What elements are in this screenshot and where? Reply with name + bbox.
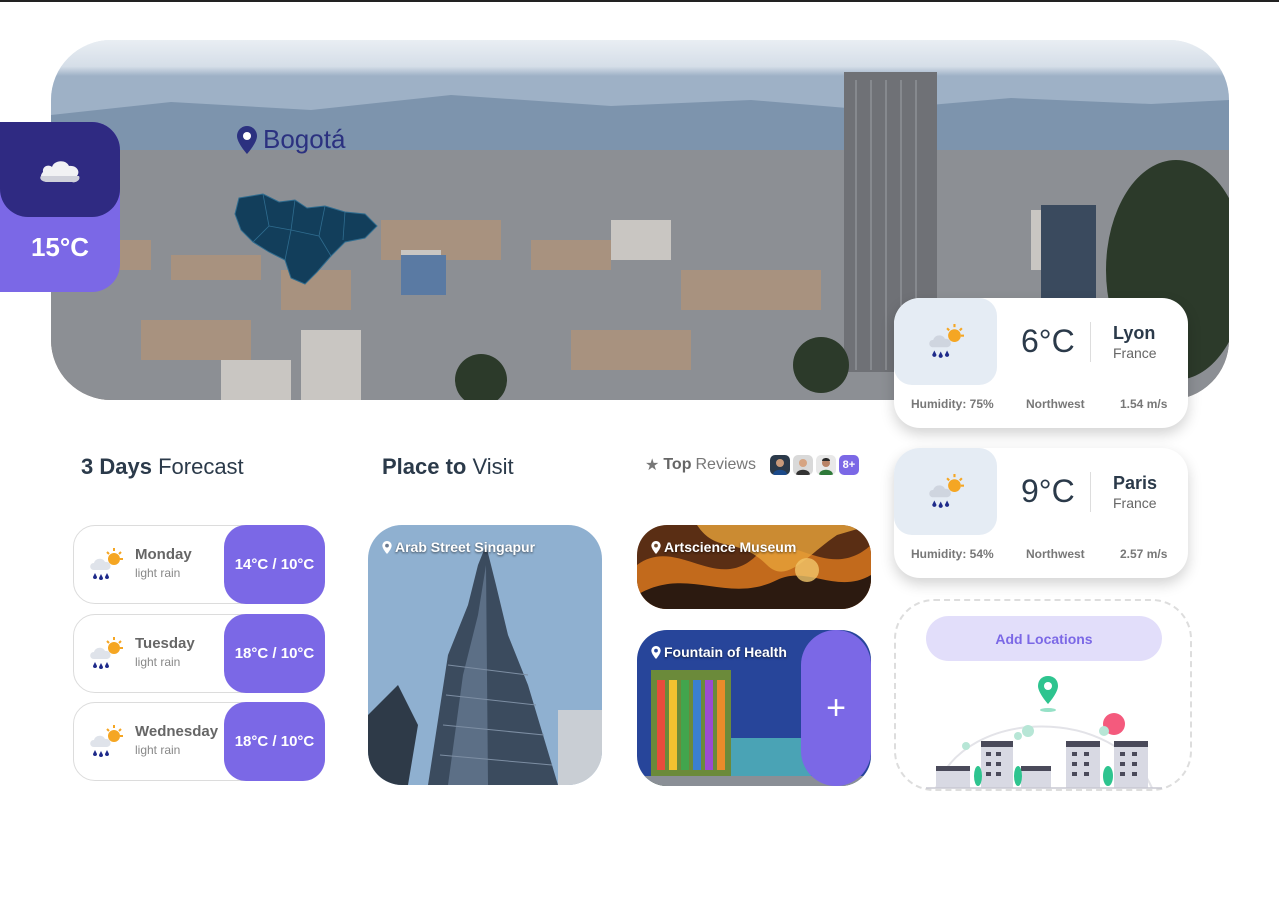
place-name: Fountain of Health	[664, 644, 787, 660]
place-name: Arab Street Singapur	[395, 539, 536, 555]
rain-sun-icon	[928, 323, 964, 358]
rain-sun-icon	[928, 473, 964, 508]
forecast-temp-range: 18°C / 10°C	[224, 614, 325, 693]
location-weather-card-lyon[interactable]: 6°C Lyon France Humidity: 75% Northwest …	[894, 298, 1188, 428]
forecast-day: Monday	[135, 546, 192, 563]
reviews-title-bold: Top	[663, 456, 692, 473]
city-map-shape	[234, 193, 378, 285]
location-temperature: 9°C	[1021, 473, 1075, 509]
top-border	[0, 0, 1279, 2]
place-card-arab-street[interactable]: Arab Street Singapur	[368, 525, 602, 785]
avatar[interactable]	[792, 455, 813, 475]
forecast-description: light rain	[135, 743, 181, 757]
star-icon: ★	[645, 457, 660, 474]
top-reviews-header: ★ Top Reviews 8+	[645, 455, 859, 475]
location-city: Lyon	[1113, 323, 1156, 343]
location-pin-icon	[237, 125, 257, 154]
places-title-bold: Place to	[382, 454, 467, 479]
forecast-title-bold: 3 Days	[81, 454, 152, 479]
city-illustration	[926, 676, 1162, 789]
add-place-button[interactable]: +	[801, 630, 871, 786]
location-country: France	[1113, 495, 1157, 511]
reviewer-avatars: 8+	[769, 455, 859, 475]
add-locations-panel: Add Locations	[894, 599, 1192, 791]
current-weather-icon-box	[0, 122, 120, 217]
humidity-value: Humidity: 54%	[911, 547, 994, 561]
forecast-title: 3 Days Forecast	[81, 454, 244, 480]
city-name: Bogotá	[263, 124, 346, 154]
current-temperature: 15°C	[30, 232, 90, 262]
forecast-day: Tuesday	[135, 635, 195, 652]
place-name: Artscience Museum	[664, 539, 797, 555]
place-label: Arab Street Singapur	[382, 539, 535, 555]
add-locations-button[interactable]: Add Locations	[926, 616, 1162, 661]
rain-sun-icon	[90, 637, 123, 669]
rain-sun-icon	[90, 725, 123, 757]
location-temperature: 6°C	[1021, 323, 1075, 359]
location-pin-icon	[651, 645, 661, 659]
rain-sun-icon	[90, 548, 123, 580]
divider	[1090, 322, 1091, 362]
weather-icon-box	[894, 298, 997, 385]
location-pin-icon	[651, 540, 661, 554]
wind-direction: Northwest	[1026, 547, 1085, 561]
forecast-temp-range: 18°C / 10°C	[224, 702, 325, 781]
location-weather-card-paris[interactable]: 9°C Paris France Humidity: 54% Northwest…	[894, 448, 1188, 578]
place-card-artscience-museum[interactable]: Artscience Museum	[637, 525, 871, 609]
places-title-rest: Visit	[472, 454, 514, 479]
forecast-title-rest: Forecast	[158, 454, 244, 479]
weather-icon-box	[894, 448, 997, 535]
divider	[1090, 472, 1091, 512]
wind-speed: 2.57 m/s	[1120, 547, 1168, 561]
wind-speed: 1.54 m/s	[1120, 397, 1168, 411]
place-card-fountain-of-health[interactable]: Fountain of Health +	[637, 630, 871, 786]
place-label: Artscience Museum	[651, 539, 796, 555]
forecast-description: light rain	[135, 566, 181, 580]
more-reviewers-badge[interactable]: 8+	[838, 455, 859, 475]
forecast-card-wednesday[interactable]: Wednesday light rain 18°C / 10°C	[73, 702, 325, 781]
location-pin-icon	[382, 540, 392, 554]
cloud-icon	[40, 160, 80, 182]
wind-direction: Northwest	[1026, 397, 1085, 411]
reviews-title-rest: Reviews	[695, 456, 756, 473]
humidity-value: Humidity: 75%	[911, 397, 994, 411]
map-pin-icon	[1038, 676, 1058, 712]
forecast-card-tuesday[interactable]: Tuesday light rain 18°C / 10°C	[73, 614, 325, 693]
place-photo	[368, 525, 602, 785]
current-weather-panel: 15°C	[0, 122, 120, 292]
location-country: France	[1113, 345, 1157, 361]
forecast-day: Wednesday	[135, 723, 219, 740]
place-photo	[637, 525, 871, 609]
forecast-description: light rain	[135, 655, 181, 669]
avatar[interactable]	[769, 455, 790, 475]
forecast-temp-range: 14°C / 10°C	[224, 525, 325, 604]
avatar[interactable]	[815, 455, 836, 475]
places-title: Place to Visit	[382, 454, 514, 480]
location-city: Paris	[1113, 473, 1158, 493]
forecast-card-monday[interactable]: Monday light rain 14°C / 10°C	[73, 525, 325, 604]
city-label[interactable]: Bogotá	[237, 124, 345, 155]
place-label: Fountain of Health	[651, 644, 787, 660]
